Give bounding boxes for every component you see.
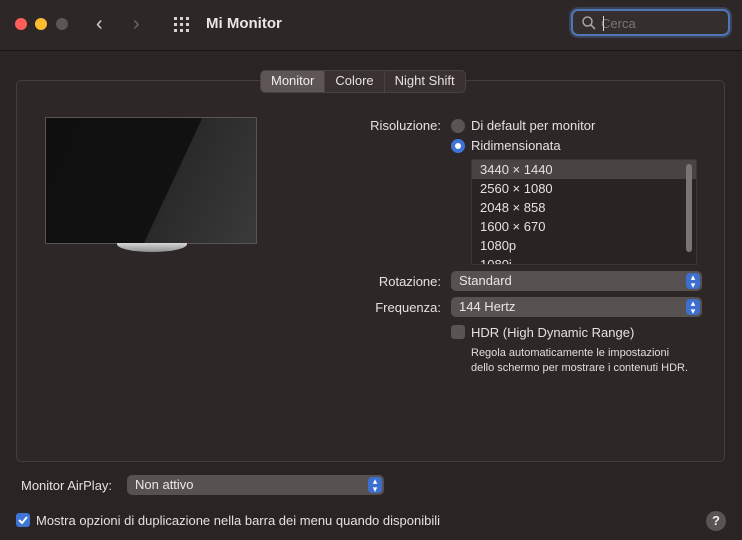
show-all-grid-icon[interactable] — [173, 16, 191, 34]
zoom-window-button[interactable] — [56, 18, 68, 30]
hdr-label: HDR (High Dynamic Range) — [471, 325, 635, 340]
resolution-scaled-option[interactable]: Ridimensionata — [451, 138, 561, 153]
forward-chevron-icon[interactable]: › — [133, 13, 140, 36]
list-item[interactable]: 1080p — [472, 236, 696, 255]
list-item[interactable]: 2048 × 858 — [472, 198, 696, 217]
search-icon — [582, 16, 596, 30]
title-bar: ‹ › Mi Monitor — [0, 0, 742, 51]
airplay-label: Monitor AirPlay: — [21, 478, 113, 493]
checkmark-icon — [18, 516, 28, 525]
text-caret — [603, 16, 604, 31]
rotation-value: Standard — [459, 273, 512, 288]
mirroring-label: Mostra opzioni di duplicazione nella bar… — [36, 513, 440, 528]
search-field[interactable] — [571, 9, 730, 36]
airplay-select[interactable]: Non attivo ▴ ▾ — [127, 475, 384, 495]
chevron-updown-icon: ▴ ▾ — [368, 477, 382, 494]
radio-scaled[interactable] — [451, 138, 465, 153]
refresh-label: Frequenza: — [375, 300, 441, 315]
refresh-select[interactable]: 144 Hertz ▴ ▾ — [451, 297, 702, 317]
help-button[interactable]: ? — [706, 511, 726, 531]
resolution-list[interactable]: 3440 × 1440 2560 × 1080 2048 × 858 1600 … — [471, 159, 697, 265]
radio-default-label: Di default per monitor — [471, 118, 596, 133]
hdr-description-line1: Regola automaticamente le impostazioni — [471, 347, 670, 359]
list-scrollbar[interactable] — [686, 164, 692, 252]
close-window-button[interactable] — [15, 18, 27, 30]
tab-monitor[interactable]: Monitor — [261, 71, 326, 92]
chevron-updown-icon: ▴ ▾ — [686, 299, 700, 316]
window-title: Mi Monitor — [206, 15, 282, 32]
tab-night-shift[interactable]: Night Shift — [385, 71, 465, 92]
chevron-updown-icon: ▴ ▾ — [686, 273, 700, 290]
mirroring-checkbox[interactable] — [16, 513, 30, 527]
resolution-default-option[interactable]: Di default per monitor — [451, 118, 595, 133]
list-item[interactable]: 3440 × 1440 — [472, 160, 696, 179]
hdr-description: Regola automaticamente le impostazioni d… — [471, 346, 688, 376]
rotation-select[interactable]: Standard ▴ ▾ — [451, 271, 702, 291]
back-chevron-icon[interactable]: ‹ — [96, 13, 103, 36]
minimize-window-button[interactable] — [35, 18, 47, 30]
segmented-tabs: Monitor Colore Night Shift — [260, 70, 466, 93]
hdr-description-line2: dello schermo per mostrare i contenuti H… — [471, 362, 689, 374]
resolution-label: Risoluzione: — [370, 118, 441, 133]
radio-scaled-label: Ridimensionata — [471, 138, 561, 153]
display-preview-image — [45, 117, 257, 244]
refresh-value: 144 Hertz — [459, 299, 516, 314]
rotation-label: Rotazione: — [378, 274, 441, 289]
list-item[interactable]: 2560 × 1080 — [472, 179, 696, 198]
tab-colore[interactable]: Colore — [325, 71, 385, 92]
list-item[interactable]: 1080i — [472, 255, 696, 264]
search-input[interactable] — [601, 14, 721, 32]
airplay-value: Non attivo — [135, 477, 194, 492]
radio-default[interactable] — [451, 118, 465, 133]
hdr-checkbox[interactable] — [451, 325, 465, 339]
list-item[interactable]: 1600 × 670 — [472, 217, 696, 236]
